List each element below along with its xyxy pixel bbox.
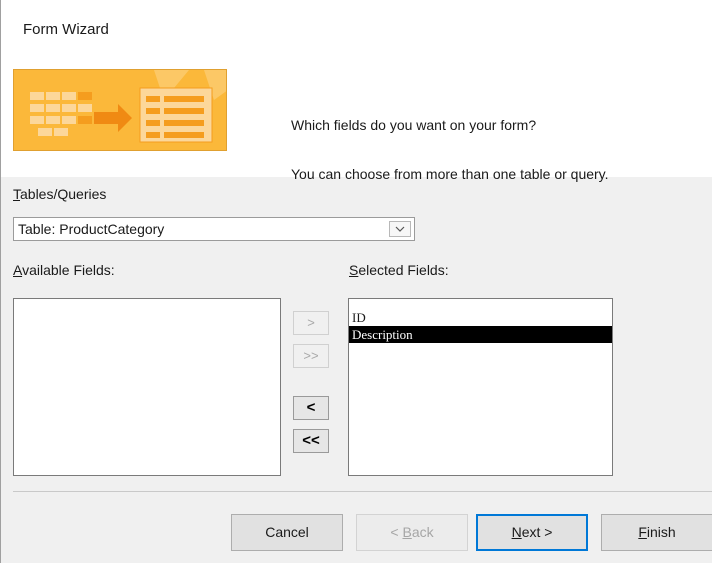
tables-queries-label: Tables/Queries xyxy=(13,186,107,202)
footer-divider xyxy=(13,491,712,492)
list-item[interactable]: Description xyxy=(349,326,612,343)
available-fields-list[interactable] xyxy=(13,298,281,476)
wizard-question: Which fields do you want on your form? xyxy=(291,117,537,133)
wizard-header: Which fields do you want on your form? Y… xyxy=(1,44,712,182)
finish-button[interactable]: Finish xyxy=(601,514,712,551)
back-button[interactable]: < Back xyxy=(356,514,468,551)
selected-fields-list[interactable]: ID Description xyxy=(348,298,613,476)
add-field-button[interactable]: > xyxy=(293,311,329,335)
remove-field-button[interactable]: < xyxy=(293,396,329,420)
form-wizard-window: Form Wizard Which fields do you want on … xyxy=(0,0,712,563)
wizard-hint: You can choose from more than one table … xyxy=(291,166,609,182)
next-button[interactable]: Next > xyxy=(476,514,588,551)
selected-fields-label: Selected Fields: xyxy=(349,262,449,278)
available-fields-label: Available Fields: xyxy=(13,262,115,278)
tables-queries-select[interactable]: Table: ProductCategory xyxy=(13,217,415,241)
tables-queries-value: Table: ProductCategory xyxy=(18,221,165,237)
wizard-illustration-icon xyxy=(13,69,227,151)
add-all-fields-button[interactable]: >> xyxy=(293,344,329,368)
cancel-button[interactable]: Cancel xyxy=(231,514,343,551)
title-bar: Form Wizard xyxy=(1,0,712,44)
chevron-down-icon[interactable] xyxy=(389,221,411,237)
list-item[interactable]: ID xyxy=(349,309,612,326)
remove-all-fields-button[interactable]: << xyxy=(293,429,329,453)
window-title: Form Wizard xyxy=(23,21,109,38)
